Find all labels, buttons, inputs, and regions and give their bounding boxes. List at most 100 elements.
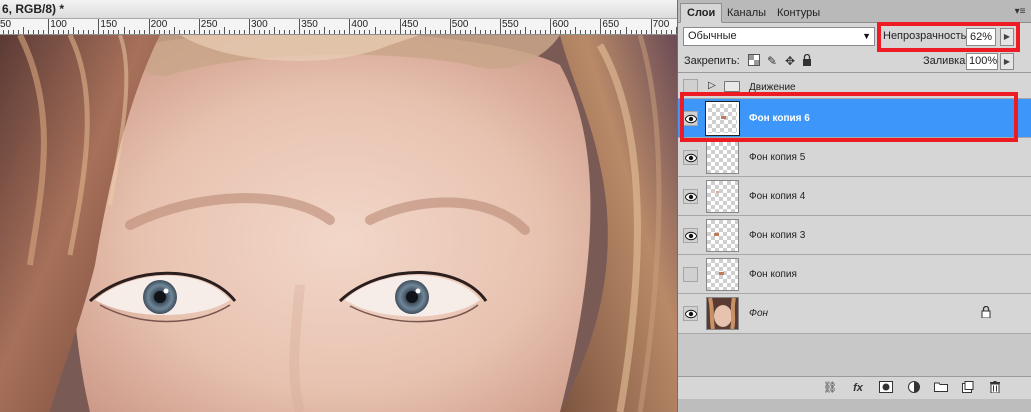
ruler-minor-tick: [123, 27, 125, 34]
ruler-minor-tick: [580, 30, 582, 34]
ruler-label: 200: [150, 19, 168, 30]
ruler-minor-tick: [394, 30, 396, 34]
ruler-minor-tick: [289, 30, 291, 34]
ruler-minor-tick: [269, 30, 271, 34]
link-layers-icon[interactable]: ⛓: [822, 381, 838, 396]
trash-icon[interactable]: [987, 381, 1003, 396]
ruler-minor-tick: [429, 30, 431, 34]
ruler-minor-tick: [178, 30, 180, 34]
layer-row[interactable]: Фон копия 3: [678, 216, 1031, 255]
ruler-minor-tick: [233, 30, 235, 34]
lock-brush-icon[interactable]: ✎: [765, 54, 779, 68]
ruler-minor-tick: [489, 30, 491, 34]
ruler-minor-tick: [645, 30, 647, 34]
lock-row: Закрепить: ✎ ✥ Заливка: 100% ▶: [678, 51, 1031, 73]
lock-transparent-icon[interactable]: [747, 54, 761, 68]
ruler-minor-tick: [359, 30, 361, 34]
selected-layer-highlight-annotation: [680, 92, 1018, 142]
layer-row[interactable]: Фон копия: [678, 255, 1031, 294]
new-layer-icon[interactable]: [960, 381, 976, 396]
eye-icon[interactable]: [683, 228, 698, 243]
ruler-minor-tick: [505, 30, 507, 34]
ruler-minor-tick: [33, 30, 35, 34]
layer-name: Фон: [749, 308, 769, 319]
ruler-major-tick: [449, 19, 451, 34]
tab-channels[interactable]: Каналы: [720, 3, 773, 23]
ruler-major-tick: [299, 19, 301, 34]
ruler-major-tick: [148, 19, 150, 34]
ruler-minor-tick: [173, 27, 175, 34]
panel-resize-bar: [678, 399, 1031, 412]
tab-layers[interactable]: Слои: [680, 3, 723, 23]
ruler-label: 300: [251, 19, 268, 30]
ruler-minor-tick: [469, 30, 471, 34]
horizontal-ruler: 50 100 150 200 250 300 350 400 450 500 550 600 650 70…: [0, 19, 677, 35]
panel-menu-icon[interactable]: ▾≡: [1012, 6, 1028, 18]
ruler-label: 500: [451, 19, 469, 30]
tab-paths[interactable]: Контуры: [770, 3, 827, 23]
ruler-minor-tick: [409, 30, 411, 34]
canvas-image[interactable]: [0, 35, 677, 412]
ruler-minor-tick: [314, 30, 316, 34]
layer-row-background[interactable]: Фон: [678, 294, 1031, 334]
layer-row[interactable]: Фон копия 4: [678, 177, 1031, 216]
ruler-minor-tick: [474, 27, 476, 34]
ruler-minor-tick: [43, 30, 45, 34]
ruler-minor-tick: [274, 27, 276, 34]
adjustment-icon[interactable]: [906, 381, 922, 396]
ruler-minor-tick: [228, 30, 230, 34]
ruler-minor-tick: [223, 27, 225, 34]
ruler-minor-tick: [560, 30, 562, 34]
mask-icon[interactable]: [878, 381, 894, 396]
ruler-minor-tick: [630, 30, 632, 34]
ruler-minor-tick: [103, 30, 105, 34]
ruler-minor-tick: [93, 30, 95, 34]
ruler-minor-tick: [18, 30, 20, 34]
fill-input[interactable]: 100%: [966, 53, 998, 70]
expand-triangle-icon[interactable]: ▷: [708, 80, 716, 91]
ruler-minor-tick: [259, 30, 261, 34]
ruler-label: 650: [602, 19, 620, 30]
layer-name: Фон копия 4: [749, 191, 806, 202]
fill-slider-button[interactable]: ▶: [1000, 53, 1014, 70]
eye-icon[interactable]: [683, 306, 698, 321]
ruler-minor-tick: [660, 30, 662, 34]
eye-icon[interactable]: [683, 189, 698, 204]
ruler-minor-tick: [324, 27, 326, 34]
ruler-minor-tick: [63, 30, 65, 34]
ruler-minor-tick: [264, 30, 266, 34]
ruler-minor-tick: [8, 30, 10, 34]
new-group-icon[interactable]: [933, 381, 949, 396]
layer-thumbnail: [706, 180, 739, 213]
layer-row[interactable]: Фон копия 5: [678, 138, 1031, 177]
document-tab-title[interactable]: 6, RGB/8) *: [0, 0, 677, 19]
ruler-minor-tick: [294, 30, 296, 34]
folder-icon: [724, 81, 740, 92]
blend-mode-select[interactable]: Обычные ▼: [683, 27, 875, 46]
ruler-minor-tick: [73, 27, 75, 34]
panel-tab-bar: Слои Каналы Контуры ▾≡: [678, 0, 1031, 23]
ruler-minor-tick: [384, 30, 386, 34]
ruler-minor-tick: [525, 27, 527, 34]
layer-thumbnail: [706, 141, 739, 174]
ruler-minor-tick: [419, 30, 421, 34]
ruler-minor-tick: [158, 30, 160, 34]
ruler-minor-tick: [334, 30, 336, 34]
ruler-minor-tick: [585, 30, 587, 34]
ruler-major-tick: [98, 19, 100, 34]
lock-all-icon[interactable]: [800, 53, 814, 68]
ruler-minor-tick: [364, 30, 366, 34]
fx-icon[interactable]: fx: [850, 381, 866, 396]
layer-name: Фон копия: [749, 269, 797, 280]
panel-footer-toolbar: ⛓ fx: [678, 376, 1031, 399]
eye-icon[interactable]: [683, 150, 698, 165]
ruler-minor-tick: [379, 30, 381, 34]
ruler-minor-tick: [620, 30, 622, 34]
lock-move-icon[interactable]: ✥: [783, 54, 797, 68]
ruler-minor-tick: [23, 27, 25, 34]
visibility-toggle-empty[interactable]: [683, 267, 698, 282]
ruler-minor-tick: [203, 30, 205, 34]
ruler-minor-tick: [329, 30, 331, 34]
document-window: 6, RGB/8) * 50 100 150 200 250 300 350 400 450 50…: [0, 0, 677, 412]
layer-thumbnail: [706, 219, 739, 252]
